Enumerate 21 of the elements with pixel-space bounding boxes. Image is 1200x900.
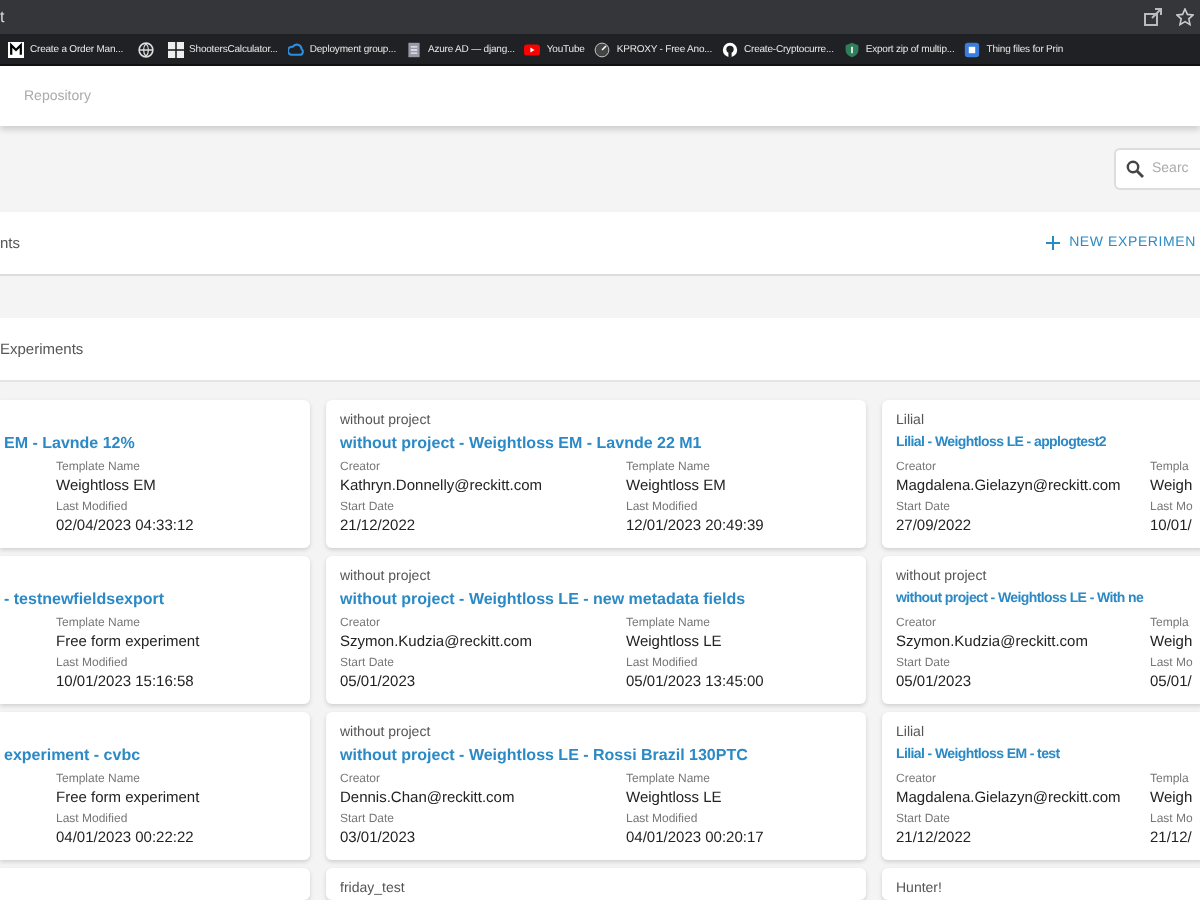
gauge-icon (594, 41, 611, 57)
letter-m-icon (8, 41, 24, 57)
bookmark[interactable] (133, 41, 158, 57)
search-icon (1126, 160, 1144, 178)
experiment-title[interactable]: experiment - cvbc (4, 744, 296, 768)
experiment-title[interactable]: without project - Weightloss LE - Rossi Brazil 130PTC (340, 744, 852, 768)
star-icon (1176, 8, 1194, 26)
cloud-icon (287, 41, 304, 57)
plus-icon (1045, 236, 1060, 250)
experiment-title[interactable]: without project - Weightloss LE - new metadata fields (340, 588, 852, 612)
experiment-title[interactable]: without project - Weightloss EM - Lavnde 22 M1 (340, 432, 852, 456)
experiment-title[interactable]: EM - Lavnde 12% (4, 432, 296, 456)
share-icon (1144, 8, 1162, 26)
document-icon (405, 41, 422, 57)
grid-icon (167, 41, 184, 57)
tab-title[interactable]: t (0, 8, 5, 26)
app-icon (964, 41, 981, 57)
globe-icon (137, 41, 154, 57)
play-icon (524, 41, 541, 57)
experiment-title[interactable]: - testnewfieldsexport (4, 588, 296, 612)
shield-icon (843, 41, 860, 57)
